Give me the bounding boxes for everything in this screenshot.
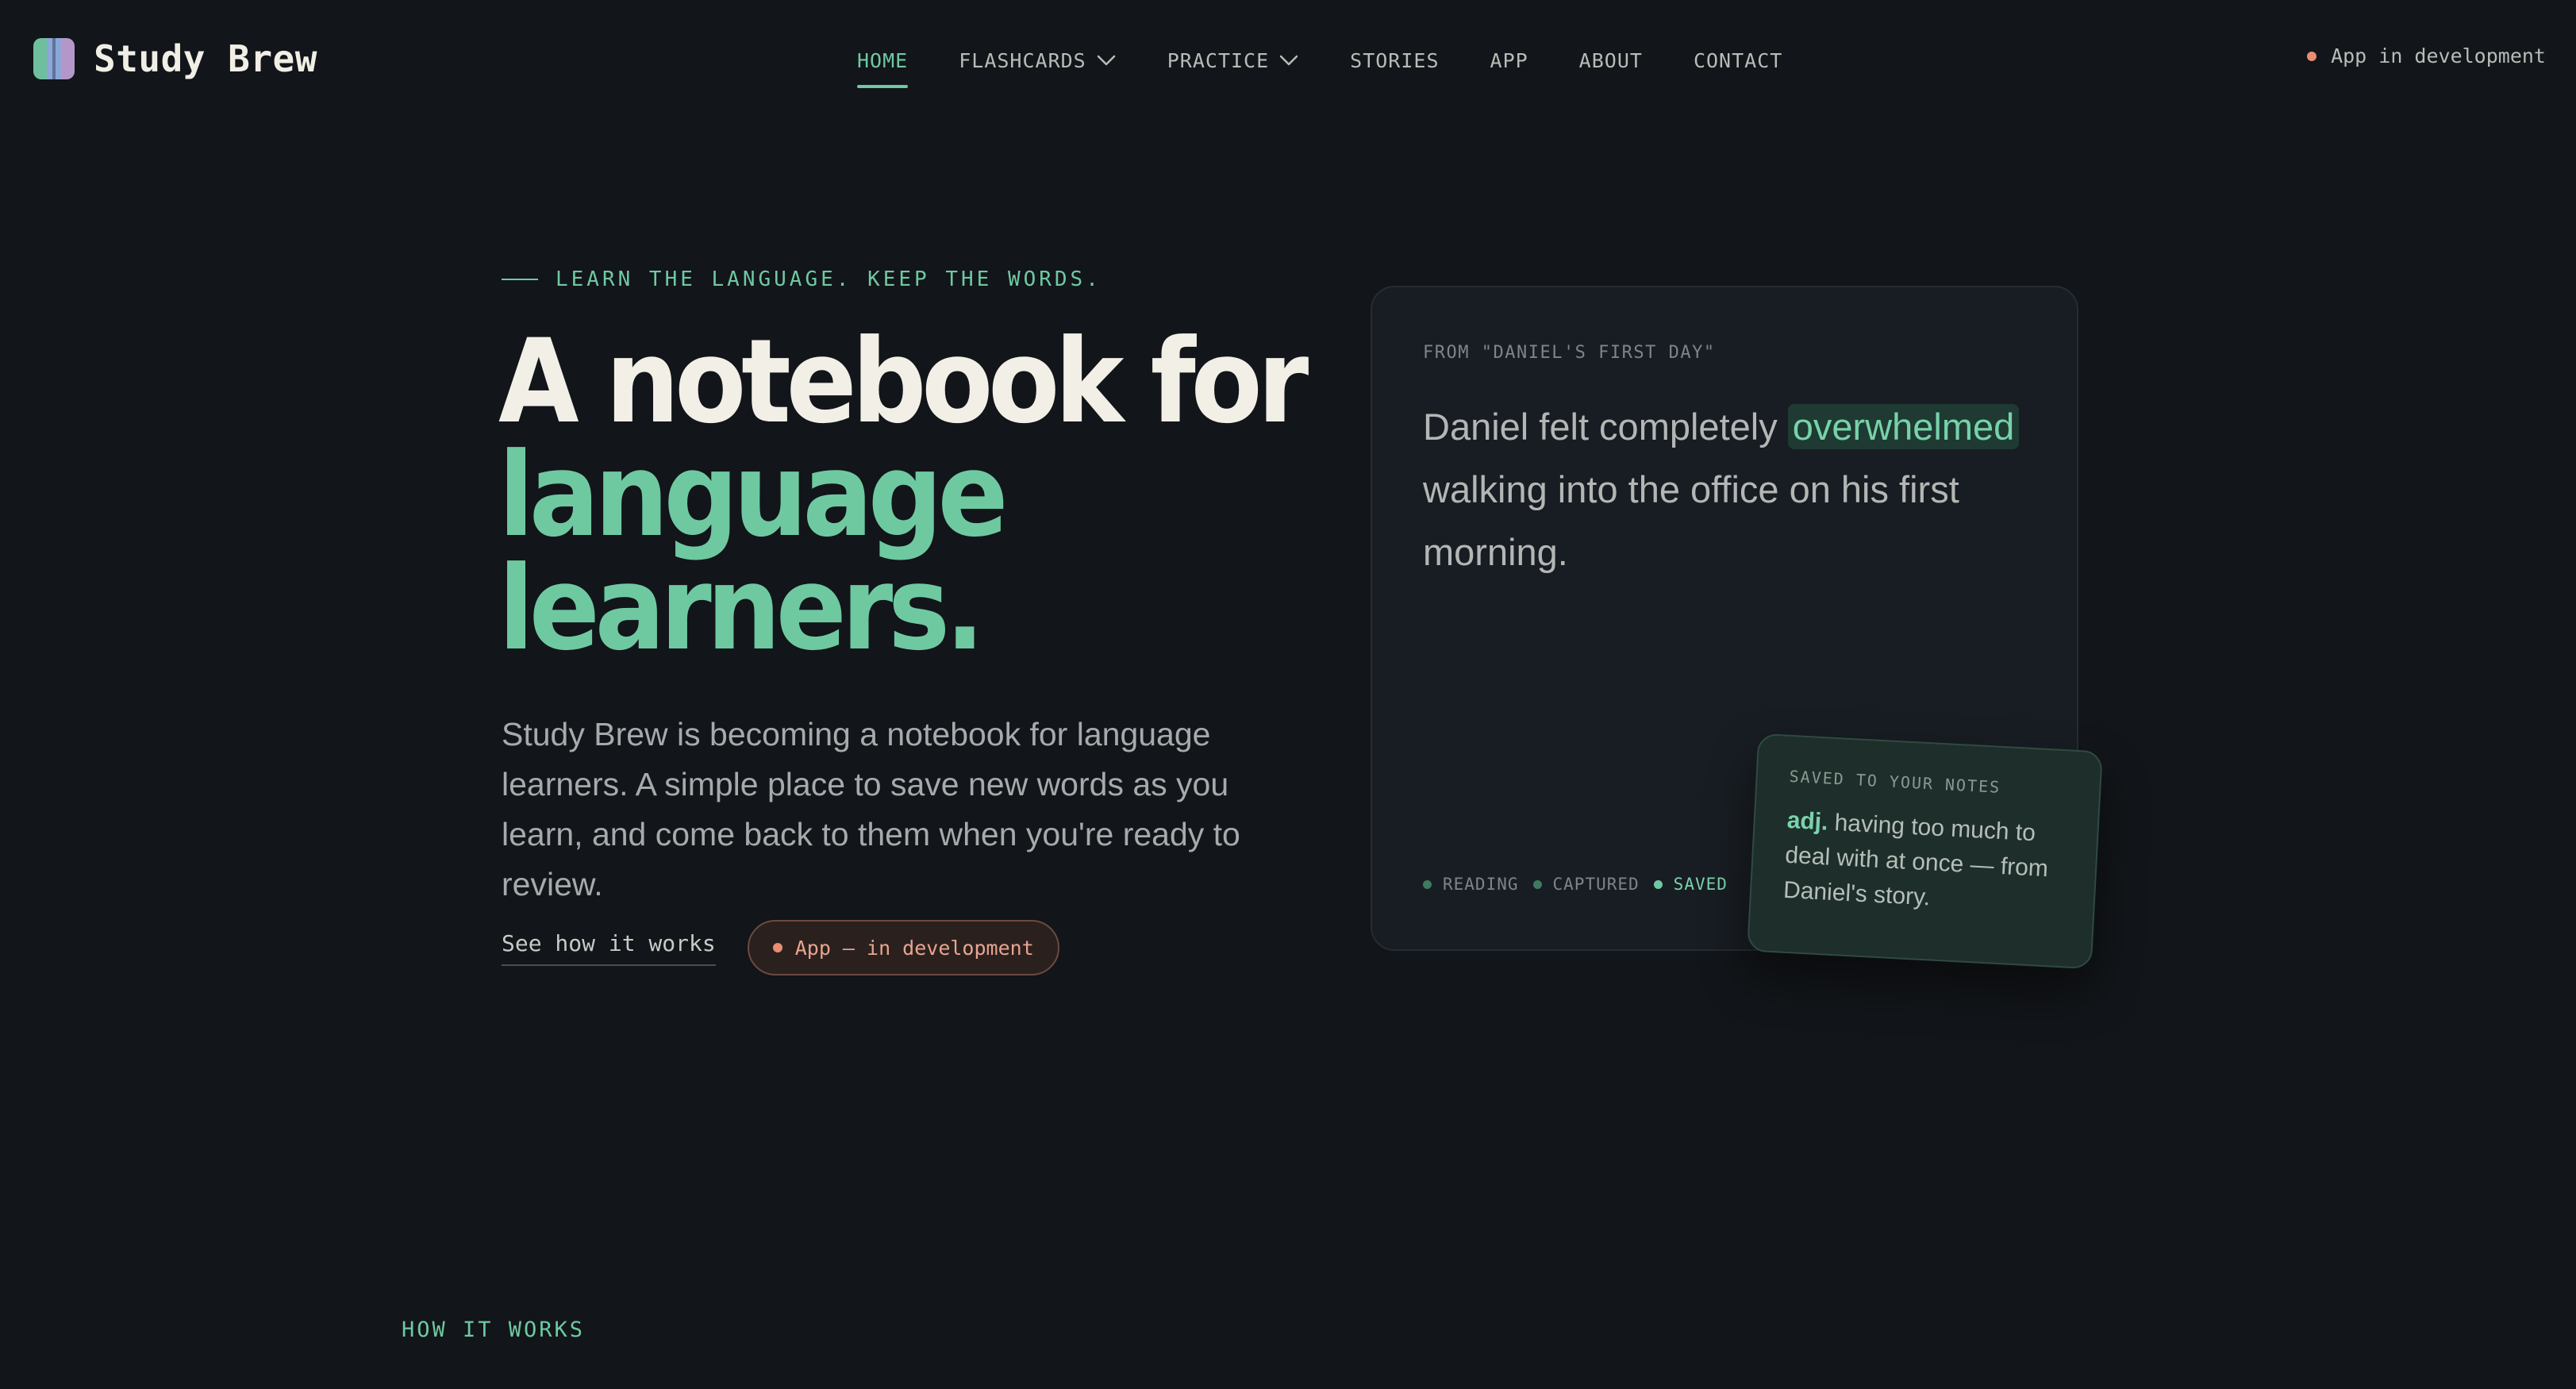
dev-status-text: App in development [2331, 44, 2546, 67]
nav-item-home[interactable]: HOME [857, 48, 909, 88]
nav-item-flashcards[interactable]: FLASHCARDS [959, 49, 1117, 72]
see-how-it-works-link[interactable]: See how it works [502, 930, 716, 966]
brand[interactable]: Study Brew [33, 37, 317, 81]
status-label: SAVED [1673, 875, 1728, 894]
logo-icon [33, 38, 75, 79]
nav-item-label: STORIES [1350, 48, 1440, 72]
nav-item-label: CONTACT [1693, 48, 1783, 72]
story-source: FROM "DANIEL'S FIRST DAY" [1423, 343, 1716, 363]
brand-name: Study Brew [94, 37, 317, 80]
note-title: SAVED TO YOUR NOTES [1789, 766, 2001, 797]
nav-item-about[interactable]: ABOUT [1579, 49, 1643, 72]
headline-line-2: language [498, 428, 1009, 563]
dev-status-badge: App in development [2307, 44, 2546, 67]
status-dot-icon [1532, 879, 1542, 889]
hero-eyebrow: LEARN THE LANGUAGE. KEEP THE WORDS. [502, 265, 1102, 294]
chevron-down-icon [1279, 55, 1298, 66]
status-reading: READING [1423, 875, 1519, 894]
hero-cta-row: See how it works App — in development [502, 919, 1059, 976]
nav-item-label: PRACTICE [1167, 48, 1270, 72]
eyebrow-rule [502, 279, 538, 280]
status-label: READING [1443, 875, 1519, 894]
nav-item-label: FLASHCARDS [959, 48, 1086, 72]
saved-note-card: SAVED TO YOUR NOTES adj. having too much… [1747, 733, 2103, 970]
hero-headline: A notebook for language learners. [498, 314, 1309, 676]
how-it-works-label: HOW IT WORKS [402, 1318, 586, 1342]
site-header: Study Brew HOME FLASHCARDS PRACTICE STOR… [0, 0, 2576, 119]
chevron-down-icon [1097, 55, 1115, 66]
sentence-after: walking into the office on his first mor… [1423, 468, 1959, 573]
eyebrow-text: LEARN THE LANGUAGE. KEEP THE WORDS. [556, 267, 1102, 291]
nav-item-contact[interactable]: CONTACT [1694, 49, 1782, 72]
app-in-development-button[interactable]: App — in development [747, 920, 1059, 975]
headline-line-3: learners. [498, 541, 985, 676]
note-definition: adj. having too much to deal with at onc… [1782, 803, 2066, 922]
main-nav: HOME FLASHCARDS PRACTICE STORIES APP ABO… [857, 38, 1782, 88]
nav-item-label: ABOUT [1578, 48, 1643, 72]
cta-pill-label: App — in development [794, 936, 1034, 960]
status-dot-icon [1653, 879, 1663, 889]
nav-item-app[interactable]: APP [1490, 49, 1528, 72]
status-label: CAPTURED [1552, 875, 1640, 894]
status-dot-icon [2307, 51, 2317, 61]
status-captured: CAPTURED [1532, 875, 1640, 894]
status-dot-icon [1423, 879, 1432, 889]
story-sentence: Daniel felt completely overwhelmed walki… [1423, 395, 2058, 583]
highlighted-word[interactable]: overwhelmed [1787, 404, 2020, 449]
nav-item-label: APP [1490, 48, 1528, 72]
sentence-before: Daniel felt completely [1423, 406, 1788, 448]
nav-item-stories[interactable]: STORIES [1350, 49, 1439, 72]
headline-line-1: A notebook for [498, 314, 1309, 449]
capture-status-row: READING CAPTURED SAVED [1423, 875, 1742, 894]
nav-item-practice[interactable]: PRACTICE [1167, 49, 1299, 72]
part-of-speech: adj. [1786, 806, 1829, 836]
nav-item-label: HOME [857, 48, 909, 72]
status-dot-icon [772, 943, 782, 952]
status-saved: SAVED [1653, 875, 1728, 894]
hero-lead: Study Brew is becoming a notebook for la… [502, 716, 1240, 902]
